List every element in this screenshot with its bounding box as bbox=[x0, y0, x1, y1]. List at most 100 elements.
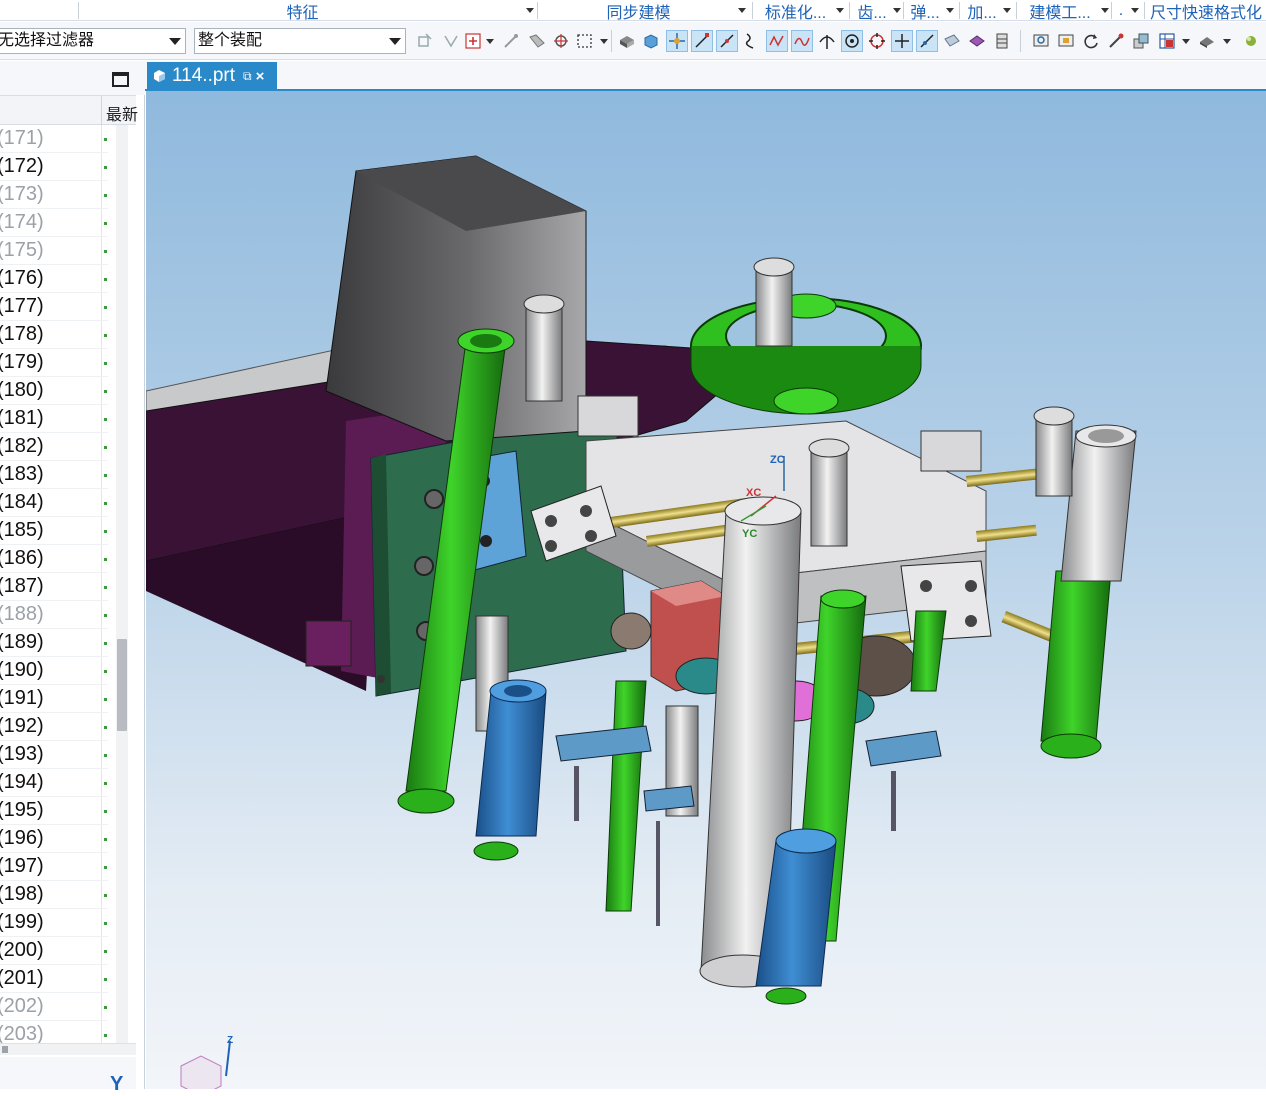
navigator-node[interactable]: (201) bbox=[0, 965, 108, 993]
select-edge-icon[interactable] bbox=[500, 30, 522, 52]
navigator-node[interactable]: (183) bbox=[0, 461, 108, 489]
snap-point-on-curve-icon[interactable] bbox=[916, 30, 938, 52]
snap-control-point-icon[interactable] bbox=[766, 30, 788, 52]
sheet-body-icon[interactable] bbox=[640, 30, 662, 52]
snap-endpoint-icon[interactable] bbox=[691, 30, 713, 52]
navigator-node[interactable]: (177) bbox=[0, 293, 108, 321]
green-tube-right[interactable] bbox=[1040, 570, 1112, 759]
graphics-window[interactable]: ZC XC YC Z bbox=[146, 91, 1266, 1089]
chevron-down-icon[interactable] bbox=[1130, 0, 1140, 21]
snap-intersection-icon[interactable] bbox=[816, 30, 838, 52]
navigator-node[interactable]: (173) bbox=[0, 181, 108, 209]
navigator-node[interactable]: (181) bbox=[0, 405, 108, 433]
ribbon-group-sync-modeling[interactable]: 同步建模 bbox=[540, 0, 747, 21]
navigator-node[interactable]: (175) bbox=[0, 237, 108, 265]
navigator-node[interactable]: (196) bbox=[0, 825, 108, 853]
navigator-node[interactable]: (200) bbox=[0, 937, 108, 965]
snap-bounded-grid-icon[interactable] bbox=[991, 30, 1013, 52]
navigator-node[interactable]: (182) bbox=[0, 433, 108, 461]
green-ring-flange[interactable] bbox=[690, 293, 922, 415]
add-selection-icon[interactable] bbox=[462, 30, 484, 52]
view-triad[interactable]: Z bbox=[180, 1035, 233, 1089]
shaded-view-icon[interactable] bbox=[1196, 30, 1218, 52]
chevron-down-icon[interactable] bbox=[1002, 0, 1012, 21]
snap-arc-center-icon[interactable] bbox=[841, 30, 863, 52]
navigator-node[interactable]: (199) bbox=[0, 909, 108, 937]
chevron-down-icon[interactable] bbox=[1100, 0, 1110, 21]
chevron-down-icon[interactable] bbox=[525, 0, 535, 21]
navigator-node[interactable]: (171) bbox=[0, 125, 108, 153]
navigator-node[interactable]: (194) bbox=[0, 769, 108, 797]
view-zoom-icon[interactable] bbox=[1055, 30, 1077, 52]
maximize-icon[interactable] bbox=[112, 72, 129, 87]
select-point-icon[interactable] bbox=[550, 30, 572, 52]
scrollbar-thumb[interactable] bbox=[2, 1046, 8, 1053]
chevron-down-icon[interactable] bbox=[945, 0, 955, 21]
ribbon-group-dot[interactable]: . bbox=[1112, 0, 1140, 21]
ribbon-group-features[interactable]: 特征 bbox=[80, 0, 535, 21]
chevron-down-icon[interactable] bbox=[1223, 39, 1231, 44]
snap-point-on-face-icon[interactable] bbox=[941, 30, 963, 52]
select-bodies-icon[interactable] bbox=[440, 30, 462, 52]
rotate-icon[interactable] bbox=[1080, 30, 1102, 52]
rectangle-select-icon[interactable] bbox=[574, 30, 596, 52]
ribbon-group-standard[interactable]: 标准化... bbox=[756, 0, 845, 21]
snap-body-icon[interactable] bbox=[966, 30, 988, 52]
navigator-node[interactable]: (185) bbox=[0, 517, 108, 545]
navigator-node[interactable]: (190) bbox=[0, 657, 108, 685]
navigator-node[interactable]: (192) bbox=[0, 713, 108, 741]
navigator-node[interactable]: (184) bbox=[0, 489, 108, 517]
pan-icon[interactable] bbox=[1105, 30, 1127, 52]
navigator-node[interactable]: (172) bbox=[0, 153, 108, 181]
snap-spline-icon[interactable] bbox=[791, 30, 813, 52]
navigator-node[interactable]: (178) bbox=[0, 321, 108, 349]
navigator-node[interactable]: (198) bbox=[0, 881, 108, 909]
selection-filter-dropdown[interactable]: 无选择过滤器 bbox=[0, 28, 186, 54]
chevron-down-icon[interactable] bbox=[737, 0, 747, 21]
ribbon-group-gear[interactable]: 齿... bbox=[852, 0, 902, 21]
ribbon-group-spring[interactable]: 弹... bbox=[905, 0, 955, 21]
chevron-down-icon[interactable] bbox=[600, 39, 608, 44]
column-header-latest[interactable]: 最新 bbox=[106, 101, 138, 125]
navigator-node[interactable]: (176) bbox=[0, 265, 108, 293]
snap-quadrant-icon[interactable] bbox=[866, 30, 888, 52]
chevron-down-icon[interactable] bbox=[486, 39, 494, 44]
navigator-node[interactable]: (195) bbox=[0, 797, 108, 825]
orient-view-icon[interactable] bbox=[1130, 30, 1152, 52]
column-divider[interactable] bbox=[101, 96, 102, 126]
navigator-node[interactable]: (174) bbox=[0, 209, 108, 237]
snap-existing-point-icon[interactable] bbox=[891, 30, 913, 52]
select-face-icon[interactable] bbox=[526, 30, 548, 52]
assembly-model[interactable]: ZC XC YC Z bbox=[146, 91, 1266, 1089]
navigator-node[interactable]: (202) bbox=[0, 993, 108, 1021]
view-fit-icon[interactable] bbox=[1030, 30, 1052, 52]
tab-document[interactable]: 114..prt ⧉ × bbox=[147, 62, 277, 90]
navigator-node[interactable]: (188) bbox=[0, 601, 108, 629]
navigator-node[interactable]: (203) bbox=[0, 1021, 108, 1043]
horizontal-scrollbar[interactable] bbox=[0, 1043, 136, 1055]
navigator-node[interactable]: (197) bbox=[0, 853, 108, 881]
rendering-style-icon[interactable] bbox=[1156, 30, 1178, 52]
scrollbar-thumb[interactable] bbox=[117, 639, 127, 731]
background-icon[interactable] bbox=[1240, 30, 1262, 52]
chevron-down-icon[interactable] bbox=[835, 0, 845, 21]
ribbon-group-dim-format[interactable]: 尺寸快速格式化 bbox=[1150, 0, 1266, 22]
selection-scope-dropdown[interactable]: 整个装配 bbox=[194, 28, 406, 54]
ribbon-group-modeling-tools[interactable]: 建模工... bbox=[1020, 0, 1110, 21]
navigator-node[interactable]: (180) bbox=[0, 377, 108, 405]
snap-curve-icon[interactable] bbox=[740, 30, 762, 52]
ribbon-group-machining[interactable]: 加... bbox=[962, 0, 1012, 21]
navigator-node[interactable]: (193) bbox=[0, 741, 108, 769]
navigator-node[interactable]: (187) bbox=[0, 573, 108, 601]
navigator-node[interactable]: (186) bbox=[0, 545, 108, 573]
vertical-scrollbar[interactable] bbox=[116, 125, 128, 1043]
select-features-icon[interactable] bbox=[414, 30, 436, 52]
close-icon[interactable]: × bbox=[256, 68, 265, 85]
solid-body-icon[interactable] bbox=[616, 30, 638, 52]
chevron-down-icon[interactable] bbox=[1182, 39, 1190, 44]
navigator-node[interactable]: (179) bbox=[0, 349, 108, 377]
navigator-node[interactable]: (189) bbox=[0, 629, 108, 657]
snap-midpoint-icon[interactable] bbox=[716, 30, 738, 52]
chevron-down-icon[interactable] bbox=[892, 0, 902, 21]
pin-icon[interactable]: ⧉ bbox=[243, 69, 252, 84]
